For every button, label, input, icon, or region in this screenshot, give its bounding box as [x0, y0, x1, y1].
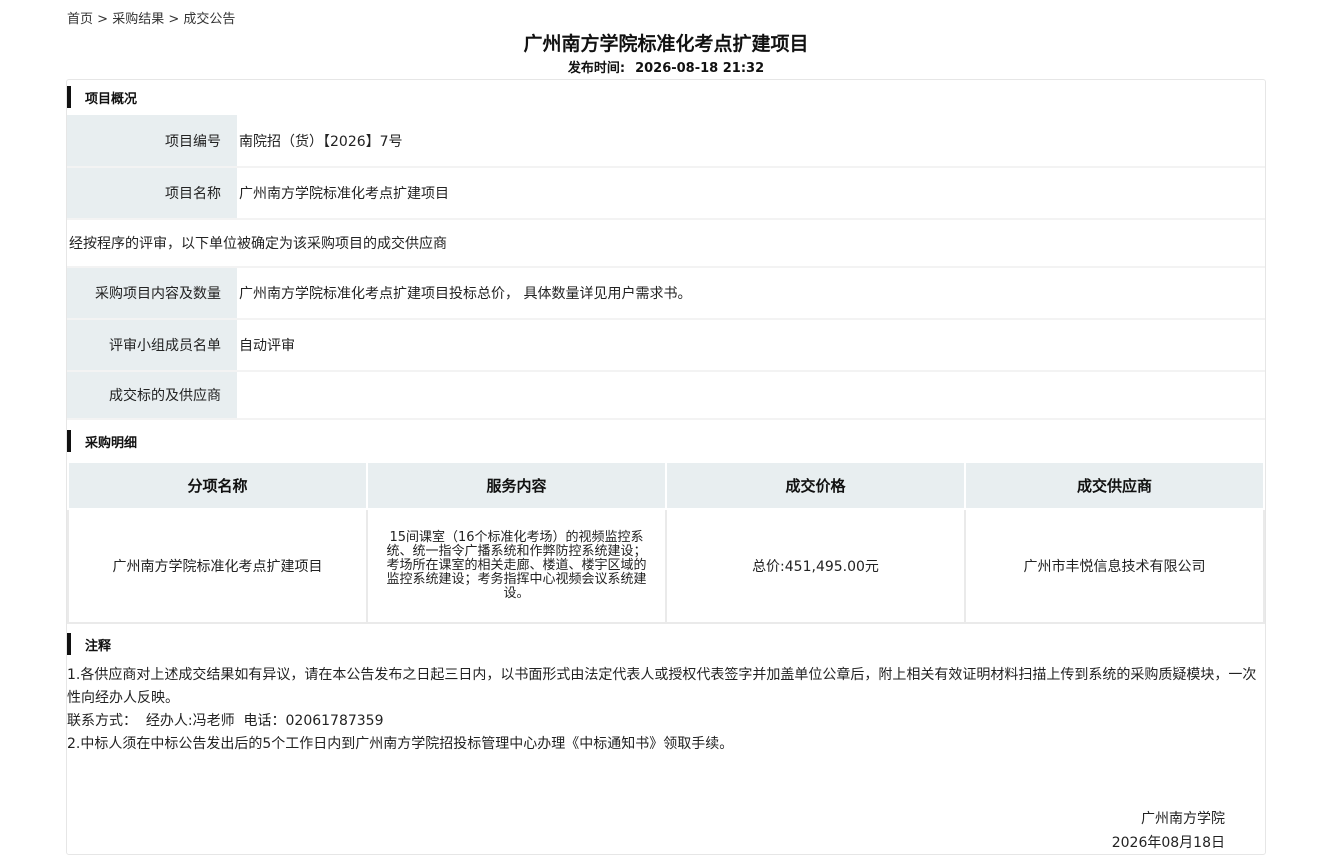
- notes-line-objection: 1.各供应商对上述成交结果如有异议，请在本公告发布之日起三日内，以书面形式由法定…: [67, 667, 1257, 706]
- breadcrumb-home-link[interactable]: 首页: [67, 12, 93, 27]
- signature-block: 广州南方学院 2026年08月18日: [1112, 807, 1225, 855]
- details-header-row: 分项名称 服务内容 成交价格 成交供应商: [67, 461, 1265, 510]
- overview-table: 项目编号 南院招（货）【2026】7号 项目名称 广州南方学院标准化考点扩建项目…: [67, 115, 1265, 420]
- overview-value: 自动评审: [237, 319, 1265, 372]
- table-row: 广州南方学院标准化考点扩建项目 15间课室（16个标准化考场）的视频监控系统、统…: [67, 508, 1265, 624]
- section-marker: [67, 430, 71, 452]
- overview-value: 广州南方学院标准化考点扩建项目投标总价， 具体数量详见用户需求书。: [237, 267, 1265, 320]
- section-marker: [67, 86, 71, 108]
- breadcrumb: 首页 > 采购结果 > 成交公告: [67, 8, 235, 27]
- details-column-header: 服务内容: [366, 461, 667, 510]
- publish-time-label: 发布时间:: [567, 61, 626, 76]
- details-column-header: 分项名称: [67, 461, 368, 510]
- page-title: 广州南方学院标准化考点扩建项目: [523, 33, 809, 55]
- overview-key: 项目编号: [67, 115, 237, 168]
- details-service-content: 15间课室（16个标准化考场）的视频监控系统、统一指令广播系统和作弊防控系统建设…: [366, 508, 667, 624]
- details-column-header: 成交供应商: [964, 461, 1265, 510]
- overview-key: 成交标的及供应商: [67, 371, 237, 420]
- overview-value: 广州南方学院标准化考点扩建项目: [237, 167, 1265, 220]
- overview-row-project-name: 项目名称 广州南方学院标准化考点扩建项目: [67, 167, 1265, 220]
- section-overview-title: 项目概况: [85, 91, 138, 107]
- overview-value: 南院招（货）【2026】7号: [237, 115, 1265, 168]
- breadcrumb-results-link[interactable]: 采购结果: [112, 12, 164, 27]
- overview-row-supplier: 成交标的及供应商: [67, 371, 1265, 420]
- details-table: 分项名称 服务内容 成交价格 成交供应商 广州南方学院标准化考点扩建项目 15间…: [67, 461, 1265, 624]
- overview-key: 采购项目内容及数量: [67, 267, 237, 320]
- breadcrumb-separator: >: [97, 12, 109, 27]
- breadcrumb-current: 成交公告: [183, 12, 236, 27]
- section-marker: [67, 633, 71, 655]
- overview-row-project-number: 项目编号 南院招（货）【2026】7号: [67, 115, 1265, 168]
- signature-org: 广州南方学院: [1141, 811, 1225, 827]
- signature-date: 2026年08月18日: [1111, 835, 1225, 851]
- details-item-name: 广州南方学院标准化考点扩建项目: [67, 508, 368, 624]
- details-price: 总价:451,495.00元: [665, 508, 966, 624]
- overview-key: 项目名称: [67, 167, 237, 220]
- notes-line-notice: 2.中标人须在中标公告发出后的5个工作日内到广州南方学院招投标管理中心办理《中标…: [67, 736, 734, 752]
- section-overview-heading: 项目概况: [67, 86, 137, 108]
- section-details-title: 采购明细: [85, 435, 138, 451]
- section-notes-title: 注释: [85, 638, 112, 654]
- overview-row-statement: 经按程序的评审，以下单位被确定为该采购项目的成交供应商: [67, 219, 1265, 268]
- overview-value: [237, 371, 1265, 420]
- notes-contact: 联系方式： 经办人:冯老师 电话：02061787359: [67, 713, 384, 729]
- section-details-heading: 采购明细: [67, 430, 137, 452]
- breadcrumb-separator: >: [168, 12, 180, 27]
- details-column-header: 成交价格: [665, 461, 966, 510]
- section-notes-heading: 注释: [67, 633, 111, 655]
- publish-time: 发布时间: 2026-08-18 21:32: [0, 57, 1324, 76]
- publish-time-value: 2026-08-18 21:32: [635, 61, 765, 76]
- overview-statement: 经按程序的评审，以下单位被确定为该采购项目的成交供应商: [67, 219, 1265, 268]
- overview-row-panel-members: 评审小组成员名单 自动评审: [67, 319, 1265, 372]
- overview-row-content: 采购项目内容及数量 广州南方学院标准化考点扩建项目投标总价， 具体数量详见用户需…: [67, 267, 1265, 320]
- notes-body: 1.各供应商对上述成交结果如有异议，请在本公告发布之日起三日内，以书面形式由法定…: [67, 664, 1267, 756]
- details-supplier: 广州市丰悦信息技术有限公司: [964, 508, 1265, 624]
- overview-key: 评审小组成员名单: [67, 319, 237, 372]
